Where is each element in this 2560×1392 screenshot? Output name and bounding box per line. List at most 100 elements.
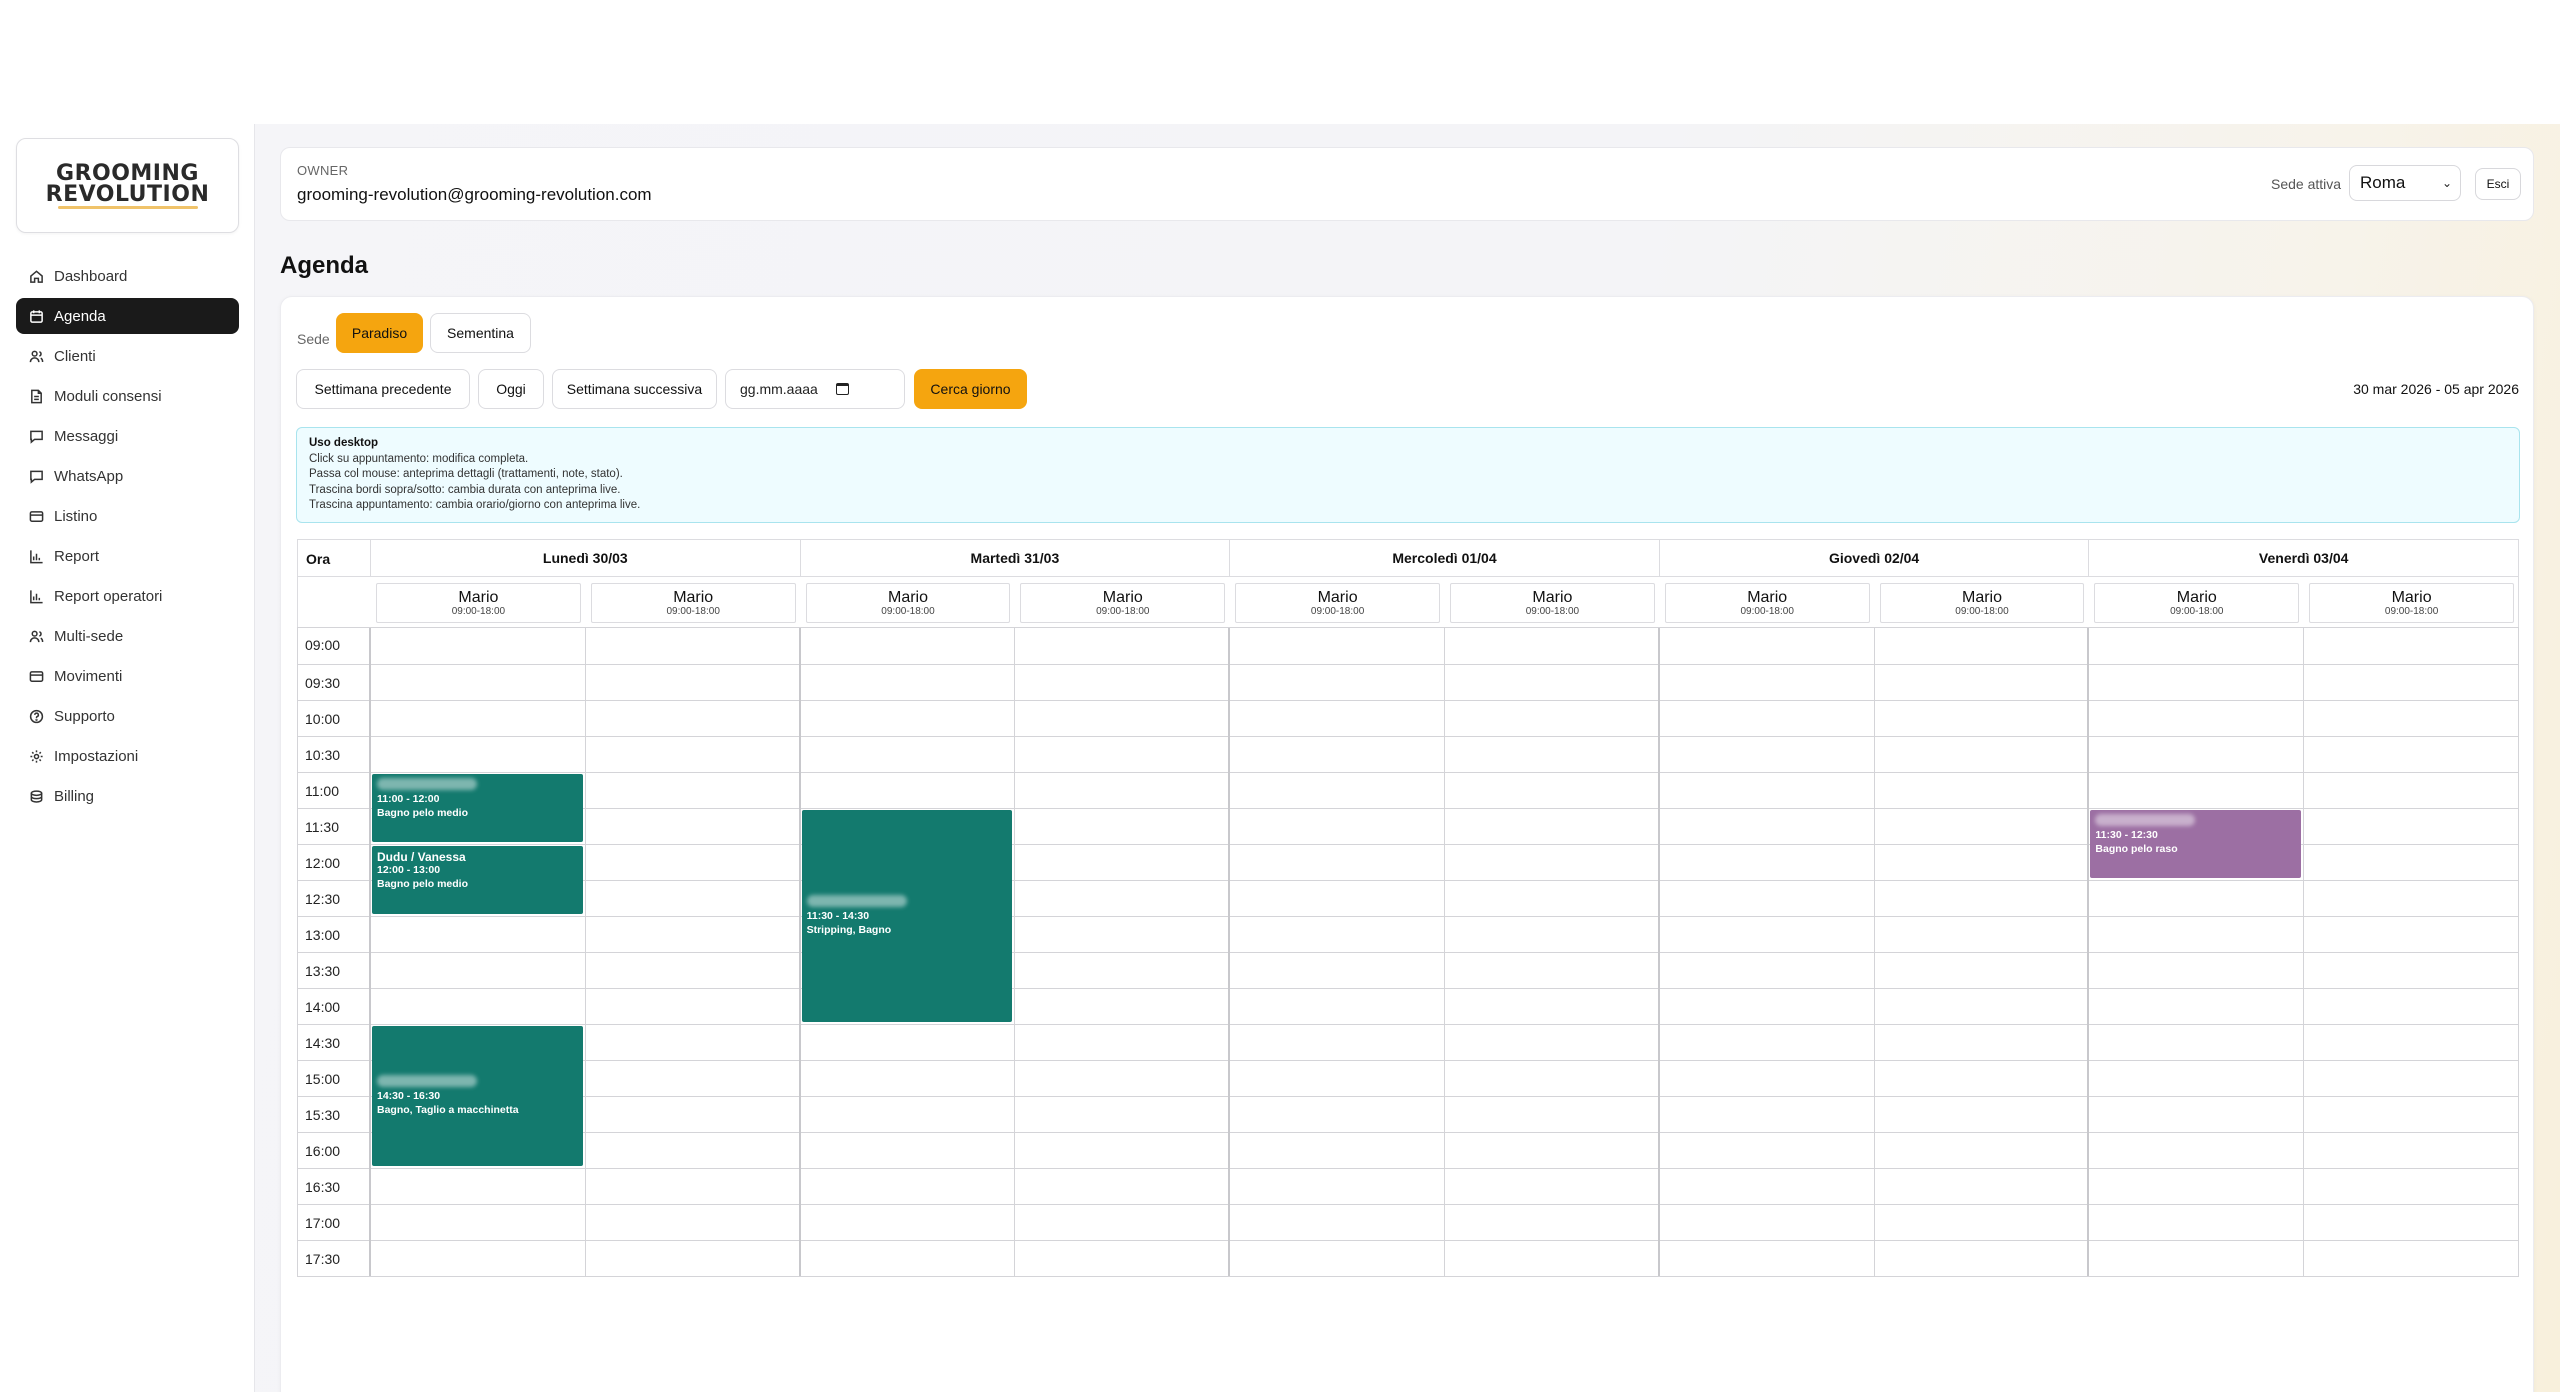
appointment-time: 11:00 - 12:00 — [377, 793, 440, 805]
date-input[interactable]: gg.mm.aaaa — [725, 369, 905, 409]
sidebar-item-label: Billing — [54, 787, 95, 805]
time-slot-row[interactable]: 15:00 — [298, 1060, 2518, 1096]
time-slot-row[interactable]: 15:30 — [298, 1096, 2518, 1132]
time-label: 13:00 — [305, 927, 341, 943]
time-slot-row[interactable]: 13:00 — [298, 916, 2518, 952]
time-slot-row[interactable]: 16:00 — [298, 1132, 2518, 1168]
sidebar-item-messaggi[interactable]: Messaggi — [16, 418, 239, 454]
prev-week-button[interactable]: Settimana precedente — [296, 369, 470, 409]
appointment-block[interactable]: 11:30 - 12:30 Bagno pelo raso — [2090, 810, 2302, 878]
date-input-placeholder: gg.mm.aaaa — [740, 381, 818, 397]
time-slot-row[interactable]: 09:30 — [298, 664, 2518, 700]
sidebar-item-label: Supporto — [54, 707, 115, 725]
week-calendar: Ora Lunedì 30/03 Martedì 31/03 Mercoledì 0… — [297, 539, 2519, 1283]
logout-button[interactable]: Esci — [2475, 168, 2521, 200]
sidebar-item-label: Dashboard — [54, 267, 128, 285]
calendar-picker-icon[interactable] — [835, 383, 849, 395]
time-slot-row[interactable]: 11:00 — [298, 772, 2518, 808]
appointment-service: Bagno pelo medio — [377, 878, 469, 890]
appointment-service: Stripping, Bagno — [806, 924, 892, 936]
time-label: 15:00 — [305, 1071, 341, 1087]
operator-column-header: Mario 09:00-18:00 — [1235, 583, 1440, 623]
sidebar-item-multi-sede[interactable]: Multi-sede — [16, 618, 239, 654]
sidebar-item-agenda[interactable]: Agenda — [16, 298, 239, 334]
active-sede-select[interactable]: Roma ⌄ — [2349, 165, 2461, 201]
day-divider — [369, 628, 371, 1276]
redacted-client-name — [377, 1075, 477, 1087]
operator-name: Mario — [458, 588, 499, 606]
time-slot-row[interactable]: 10:00 — [298, 700, 2518, 736]
day-divider — [798, 628, 801, 1276]
appointment-service: Bagno pelo medio — [377, 807, 469, 819]
time-slot-row[interactable]: 09:00 — [298, 627, 2518, 663]
time-slot-row[interactable]: 16:30 — [298, 1168, 2518, 1204]
document-icon — [28, 388, 44, 404]
bar-chart-icon — [28, 588, 44, 604]
sidebar-item-billing[interactable]: Billing — [16, 778, 239, 814]
day-divider — [1228, 628, 1231, 1276]
time-slot-row[interactable]: 13:30 — [298, 952, 2518, 988]
brand-logo[interactable]: GROOMING REVOLUTION — [16, 138, 239, 233]
time-slot-row[interactable]: 17:30 — [298, 1240, 2518, 1276]
day-header: Mercoledì 01/04 — [1229, 540, 1659, 576]
appointment-time: 11:30 - 14:30 — [806, 910, 870, 922]
sidebar-item-report[interactable]: Report — [16, 538, 239, 574]
next-week-button[interactable]: Settimana successiva — [552, 369, 717, 409]
time-slot-row[interactable]: 14:00 — [298, 988, 2518, 1024]
sidebar-item-dashboard[interactable]: Dashboard — [16, 258, 239, 294]
appointment-block[interactable]: Dudu / Vanessa 12:00 - 13:00 Bagno pelo me… — [372, 846, 583, 914]
chat-icon — [28, 468, 44, 484]
appointment-time: 14:30 - 16:30 — [377, 1090, 441, 1102]
sidebar-item-label: Impostazioni — [54, 747, 139, 765]
day-header: Martedì 31/03 — [799, 540, 1230, 576]
search-day-button[interactable]: Cerca giorno — [914, 369, 1027, 409]
appointment-service: Bagno pelo raso — [2095, 843, 2178, 855]
time-label: 09:00 — [305, 637, 341, 653]
sede-tab-sementina[interactable]: Sementina — [430, 313, 531, 353]
time-slot-row[interactable]: 17:00 — [298, 1204, 2518, 1240]
time-slot-row[interactable]: 14:30 — [298, 1024, 2518, 1060]
today-button[interactable]: Oggi — [478, 369, 544, 409]
operator-hours: 09:00-18:00 — [2384, 605, 2439, 617]
time-label: 17:00 — [305, 1215, 341, 1231]
operator-name: Mario — [673, 588, 714, 606]
sidebar-item-impostazioni[interactable]: Impostazioni — [16, 738, 239, 774]
calendar-day-header: Ora Lunedì 30/03 Martedì 31/03 Mercoledì 0… — [297, 539, 2519, 577]
time-slot-row[interactable]: 12:30 — [298, 880, 2518, 916]
sidebar-item-moduli-consensi[interactable]: Moduli consensi — [16, 378, 239, 414]
sidebar-item-listino[interactable]: Listino — [16, 498, 239, 534]
sidebar-item-whatsapp[interactable]: WhatsApp — [16, 458, 239, 494]
info-line: Click su appuntamento: modifica completa… — [309, 452, 529, 465]
time-label: 14:00 — [305, 999, 341, 1015]
logo-line-2: REVOLUTION — [45, 181, 210, 207]
sidebar-item-report-operatori[interactable]: Report operatori — [16, 578, 239, 614]
active-sede-value: Roma — [2360, 173, 2406, 192]
chat-icon — [28, 428, 44, 444]
desktop-usage-info: Uso desktop Click su appuntamento: modif… — [296, 427, 2520, 523]
operator-hours: 09:00-18:00 — [451, 605, 506, 617]
appointment-block[interactable]: 11:00 - 12:00 Bagno pelo medio — [372, 774, 583, 842]
sede-tab-paradiso[interactable]: Paradiso — [336, 313, 423, 353]
sidebar-item-supporto[interactable]: Supporto — [16, 698, 239, 734]
sidebar-item-clienti[interactable]: Clienti — [16, 338, 239, 374]
top-bar: OWNER grooming-revolution@grooming-revol… — [280, 147, 2534, 221]
redacted-client-name — [377, 778, 477, 790]
time-label: 11:30 — [305, 819, 339, 835]
operator-divider — [1873, 628, 1875, 1276]
operator-divider — [1444, 628, 1445, 1276]
appointment-title: Dudu / Vanessa — [377, 850, 466, 864]
appointment-block[interactable]: 14:30 - 16:30 Bagno, Taglio a macchinetta — [372, 1026, 583, 1166]
time-label: 10:00 — [305, 711, 341, 727]
sidebar-nav: Dashboard Agenda Clienti Moduli consensi Mes… — [16, 258, 239, 818]
sidebar-item-movimenti[interactable]: Movimenti — [16, 658, 239, 694]
time-slot-row[interactable]: 10:30 — [298, 736, 2518, 772]
appointment-block[interactable]: 11:30 - 14:30 Stripping, Bagno — [801, 810, 1013, 1022]
sidebar-item-label: Moduli consensi — [54, 387, 162, 405]
users-icon — [28, 628, 44, 644]
time-label: 16:00 — [305, 1143, 341, 1159]
sidebar-item-label: Listino — [54, 507, 98, 525]
sidebar-item-label: Messaggi — [54, 427, 119, 445]
users-icon — [28, 348, 44, 364]
home-icon — [28, 268, 44, 284]
info-title: Uso desktop — [309, 437, 379, 449]
